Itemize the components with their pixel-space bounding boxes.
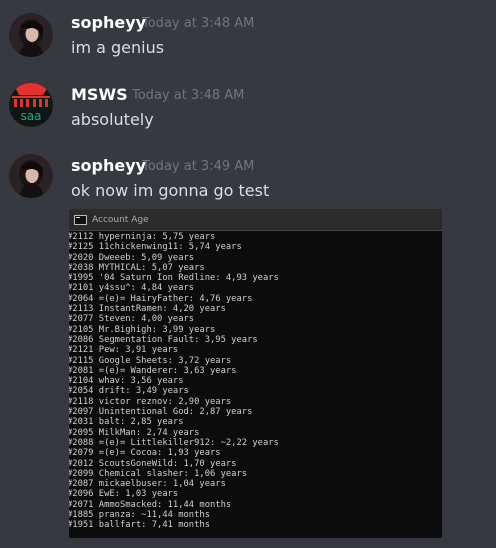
console-line: #2077 Steven: 4,00 years	[69, 314, 195, 325]
console-line: #2097 Unintentional God: 2,87 years	[69, 407, 253, 418]
console-line: #2081 =(e)= Wanderer: 3,63 years	[69, 365, 237, 376]
console-line: #2112 hyperninja: 5,75 years	[69, 232, 216, 242]
user-avatar-icon[interactable]	[9, 13, 53, 57]
author-name[interactable]: sopheyy	[71, 13, 146, 32]
console-line: #2031 balt: 2,85 years	[69, 417, 184, 428]
message-text: im a genius	[71, 38, 165, 57]
console-line: #2113 InstantRamen: 4,20 years	[69, 304, 226, 315]
timestamp: Today at 3:48 AM	[142, 16, 255, 31]
console-line: #2071 AmmoSmacked: 11,44 months	[69, 499, 232, 510]
message-2: saa MSWS Today at 3:48 AM absolutely	[0, 72, 496, 144]
console-line: #1995 '04 Saturn Ion Redline: 4,93 years	[69, 273, 279, 284]
console-line: #2095 MilkMan: 2,74 years	[69, 427, 200, 438]
console-line: #2079 =(e)= Cocoa: 1,93 years	[69, 448, 221, 459]
msws-avatar-icon[interactable]: saa	[9, 83, 53, 127]
message-1: sopheyy Today at 3:48 AM im a genius	[0, 0, 496, 72]
console-line: #2101 y4ssu^: 4,84 years	[69, 283, 195, 294]
console-window-icon	[74, 214, 87, 225]
console-line: #2099 Chemical slasher: 1,06 years	[69, 468, 248, 479]
console-line: #2121 Pew: 3,91 years	[69, 345, 179, 356]
console-line: #2086 Segmentation Fault: 3,95 years	[69, 334, 258, 345]
timestamp: Today at 3:48 AM	[132, 88, 245, 103]
console-line: #2125 11chickenwing11: 5,74 years	[69, 242, 242, 253]
console-line: #2087 mickaelbuser: 1,04 years	[69, 479, 226, 490]
console-line: #1951 ballfart: 7,41 months	[69, 520, 210, 531]
console-line: #1885 pranza: ~11,44 months	[69, 510, 210, 521]
console-line: #2012 ScoutsGoneWild: 1,70 years	[69, 458, 237, 469]
console-output: #2112 hyperninja: 5,75 years #2125 11chic…	[69, 231, 442, 531]
console-line: #2038 MYTHICAL: 5,07 years	[69, 262, 205, 273]
console-line: #2096 EwE: 1,03 years	[69, 489, 179, 500]
console-line: #2118 victor reznov: 2,90 years	[69, 396, 232, 407]
message-text: absolutely	[71, 110, 154, 129]
console-titlebar: Account Age	[69, 209, 442, 231]
message-text: ok now im gonna go test	[71, 181, 270, 200]
image-attachment[interactable]: Account Age #2112 hyperninja: 5,75 years…	[69, 209, 442, 538]
console-line: #2104 whav: 3,56 years	[69, 376, 184, 387]
console-line: #2105 Mr.Bighigh: 3,99 years	[69, 324, 216, 335]
console-window-title: Account Age	[92, 214, 149, 225]
console-line: #2064 =(e)= HairyFather: 4,76 years	[69, 293, 253, 304]
console-line: #2115 Google Sheets: 3,72 years	[69, 355, 232, 366]
author-name[interactable]: MSWS	[71, 85, 128, 104]
author-name[interactable]: sopheyy	[71, 156, 146, 175]
console-line: #2088 =(e)= Littlekiller912: ~2,22 years	[69, 437, 279, 448]
console-line: #2054 drift: 3,49 years	[69, 386, 189, 397]
console-line: #2020 Dweeeb: 5,09 years	[69, 252, 195, 263]
user-avatar-icon[interactable]	[9, 154, 53, 198]
svg-text:saa: saa	[21, 109, 42, 123]
timestamp: Today at 3:49 AM	[142, 159, 255, 174]
